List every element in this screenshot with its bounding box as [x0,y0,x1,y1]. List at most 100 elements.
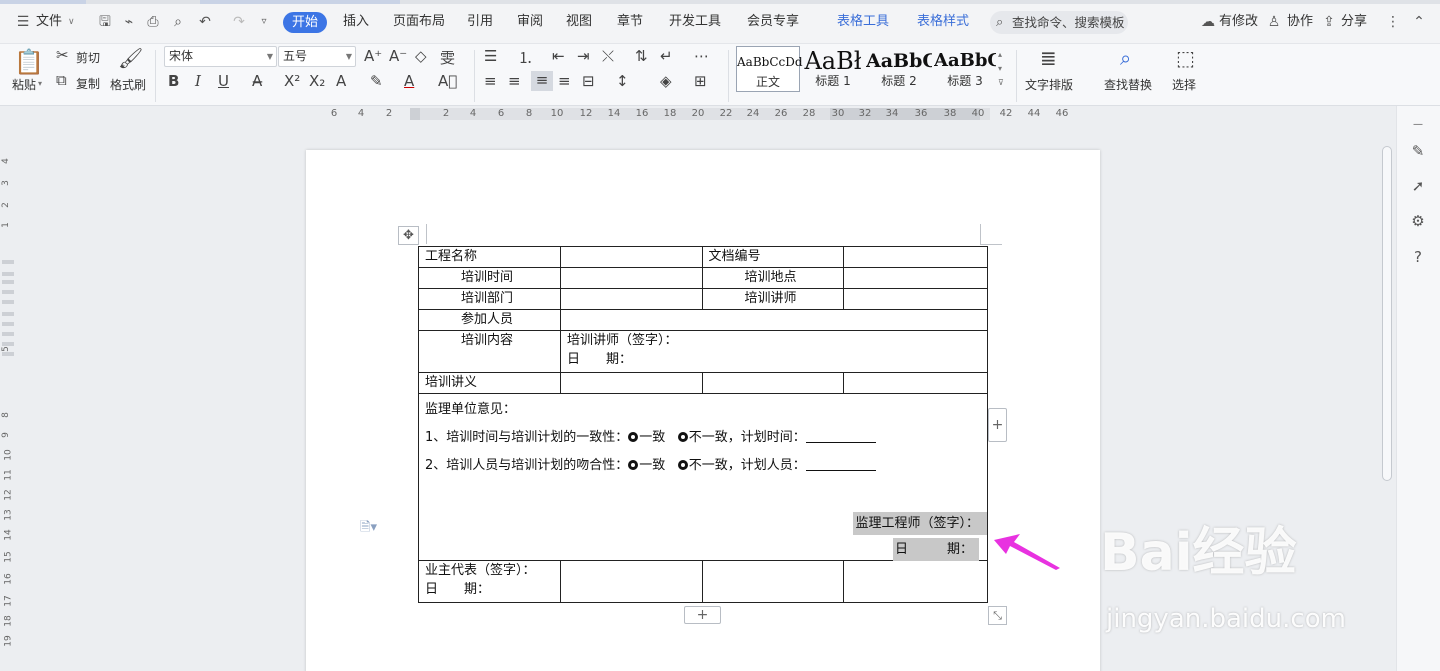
file-menu[interactable]: 文件 [36,12,62,32]
print-icon[interactable]: ⎙ [144,13,162,31]
subscript-icon[interactable]: X₂ [309,72,325,90]
format-painter-button[interactable]: 格式刷 [110,76,146,93]
cell-value[interactable] [843,246,988,268]
tab-home[interactable]: 开始 [283,12,327,33]
tab-table-tools[interactable]: 表格工具 [837,12,889,32]
superscript-icon[interactable]: X² [284,72,300,90]
cell-label[interactable]: 参加人员 [418,309,561,331]
tab-member[interactable]: 会员专享 [747,12,799,32]
align-center-icon[interactable]: ≡ [508,72,521,90]
chinese-layout-icon[interactable]: ⤬ [602,47,614,65]
chevron-down-icon[interactable]: ∨ [68,12,75,32]
table-move-handle[interactable]: ✥ [398,226,419,245]
paste-icon[interactable]: 📋 [14,48,44,76]
cell-label[interactable]: 培训时间 [418,267,561,289]
save-icon[interactable]: 🖫 [96,13,114,31]
gallery-scroll-up-icon[interactable]: ▴ [998,50,1002,59]
tab-view[interactable]: 视图 [566,12,592,32]
cell-label[interactable]: 培训地点 [701,267,845,289]
gallery-scroll-down-icon[interactable]: ▾ [998,64,1002,73]
char-border-icon[interactable]: A⃞ [438,72,457,90]
underline-icon[interactable]: U [218,72,229,90]
paragraph-marker-icon[interactable]: 🗎▾ [360,518,377,540]
changes-status[interactable]: 有修改 [1219,12,1258,32]
increase-indent-icon[interactable]: ⇥ [577,47,590,65]
sort-icon[interactable]: ⇅ [635,47,648,65]
hamburger-icon[interactable]: ☰ [14,13,32,31]
find-replace-icon[interactable]: ⌕ [1120,46,1131,70]
select-button[interactable]: 选择 [1172,76,1196,93]
cell-value[interactable] [843,288,988,310]
scissors-icon[interactable]: ✂ [56,46,69,64]
cell-value[interactable] [701,560,845,603]
collapse-icon[interactable]: — [1407,114,1429,136]
vertical-scrollbar[interactable] [1378,106,1396,671]
collapse-ribbon-icon[interactable]: ⌃ [1410,13,1428,31]
vertical-ruler[interactable]: 4 3 2 1 5 8 9 10 11 12 13 14 15 16 17 18 19 [0,122,16,671]
style-heading-1[interactable]: AaBł 标题 1 [802,46,864,92]
paste-dropdown-icon[interactable]: ▾ [38,79,42,88]
table-resize-handle[interactable]: ⤡ [988,606,1007,625]
pen-icon[interactable]: ✎ [1407,140,1429,162]
print-preview-icon[interactable]: ⌕ [169,13,187,31]
cell-label[interactable]: 培训部门 [418,288,561,310]
italic-icon[interactable]: I [195,72,201,90]
phonetic-guide-icon[interactable]: 雯 [440,47,455,68]
owner-signature-cell[interactable]: 业主代表（签字）： 日 期： [418,560,561,603]
clear-format-icon[interactable]: ◇ [415,47,427,65]
radio-icon[interactable] [677,432,688,442]
tab-references[interactable]: 引用 [467,12,493,32]
cell-label[interactable]: 培训内容 [418,330,561,373]
cell-value[interactable] [843,560,988,603]
font-size-select[interactable]: 五号 ▼ [278,46,356,67]
help-icon[interactable]: ? [1407,246,1429,268]
collab-button[interactable]: 协作 [1287,12,1313,32]
window-tab[interactable] [200,0,400,4]
cell-value[interactable] [559,560,703,603]
text-layout-button[interactable]: 文字排版 [1025,76,1073,93]
cell-label[interactable]: 文档编号 [701,246,845,268]
cell-value[interactable] [701,372,845,394]
blank-line[interactable] [805,459,876,471]
style-heading-2[interactable]: AaBbC 标题 2 [866,46,932,92]
gallery-expand-icon[interactable]: ⊽ [998,78,1004,87]
align-right-icon[interactable]: ≡ [531,71,553,91]
cell-label[interactable]: 培训讲义 [418,372,561,394]
cell-value[interactable] [559,372,703,394]
cell-label[interactable]: 工程名称 [418,246,561,268]
share-icon[interactable]: ⇪ [1320,13,1338,31]
format-brush-icon[interactable]: 🖌 [118,46,143,70]
paste-button[interactable]: 粘贴 [12,76,36,93]
supervisor-opinion-cell[interactable]: 监理单位意见： 1、培训时间与培训计划的一致性： 一致 不一致，计划时间： 2、培… [418,393,988,561]
shrink-font-icon[interactable]: A⁻ [389,47,407,65]
add-column-button[interactable]: + [988,408,1007,442]
cell-value[interactable] [559,309,989,331]
style-normal[interactable]: AaBbCcDd 正文 [736,46,803,92]
table-border-icon[interactable]: ⋯ [694,47,709,65]
cursor-icon[interactable]: ➚ [1407,175,1429,197]
style-heading-3[interactable]: AaBbC 标题 3 [934,46,996,92]
cloud-sync-icon[interactable]: ☁ [1199,13,1217,31]
find-replace-button[interactable]: 查找替换 [1104,76,1152,93]
align-left-icon[interactable]: ≡ [484,72,497,90]
tab-section[interactable]: 章节 [617,12,643,32]
cut-button[interactable]: 剪切 [76,49,100,66]
highlight-icon[interactable]: ✎ [370,72,383,90]
command-search[interactable]: ⌕ 查找命令、搜索模板 [990,11,1128,34]
customize-toolbar-icon[interactable]: ▿ [255,13,273,31]
format-painter-icon[interactable]: ⌁ [120,13,138,31]
tab-insert[interactable]: 插入 [343,12,369,32]
share-button[interactable]: 分享 [1341,12,1367,32]
more-icon[interactable]: ⋮ [1384,13,1402,31]
select-icon[interactable]: ⬚ [1176,46,1195,70]
text-layout-icon[interactable]: ≣ [1040,46,1057,70]
window-tab[interactable] [0,0,86,4]
tab-page-layout[interactable]: 页面布局 [393,12,445,32]
text-effect-icon[interactable]: A [336,72,346,90]
undo-icon[interactable]: ↶ [196,13,214,31]
decrease-indent-icon[interactable]: ⇤ [552,47,565,65]
user-icon[interactable]: ♙ [1265,13,1283,31]
bold-icon[interactable]: B [168,72,179,90]
cell-value[interactable]: 培训讲师（签字）： 日 期： [559,330,989,373]
radio-icon[interactable] [677,460,688,470]
